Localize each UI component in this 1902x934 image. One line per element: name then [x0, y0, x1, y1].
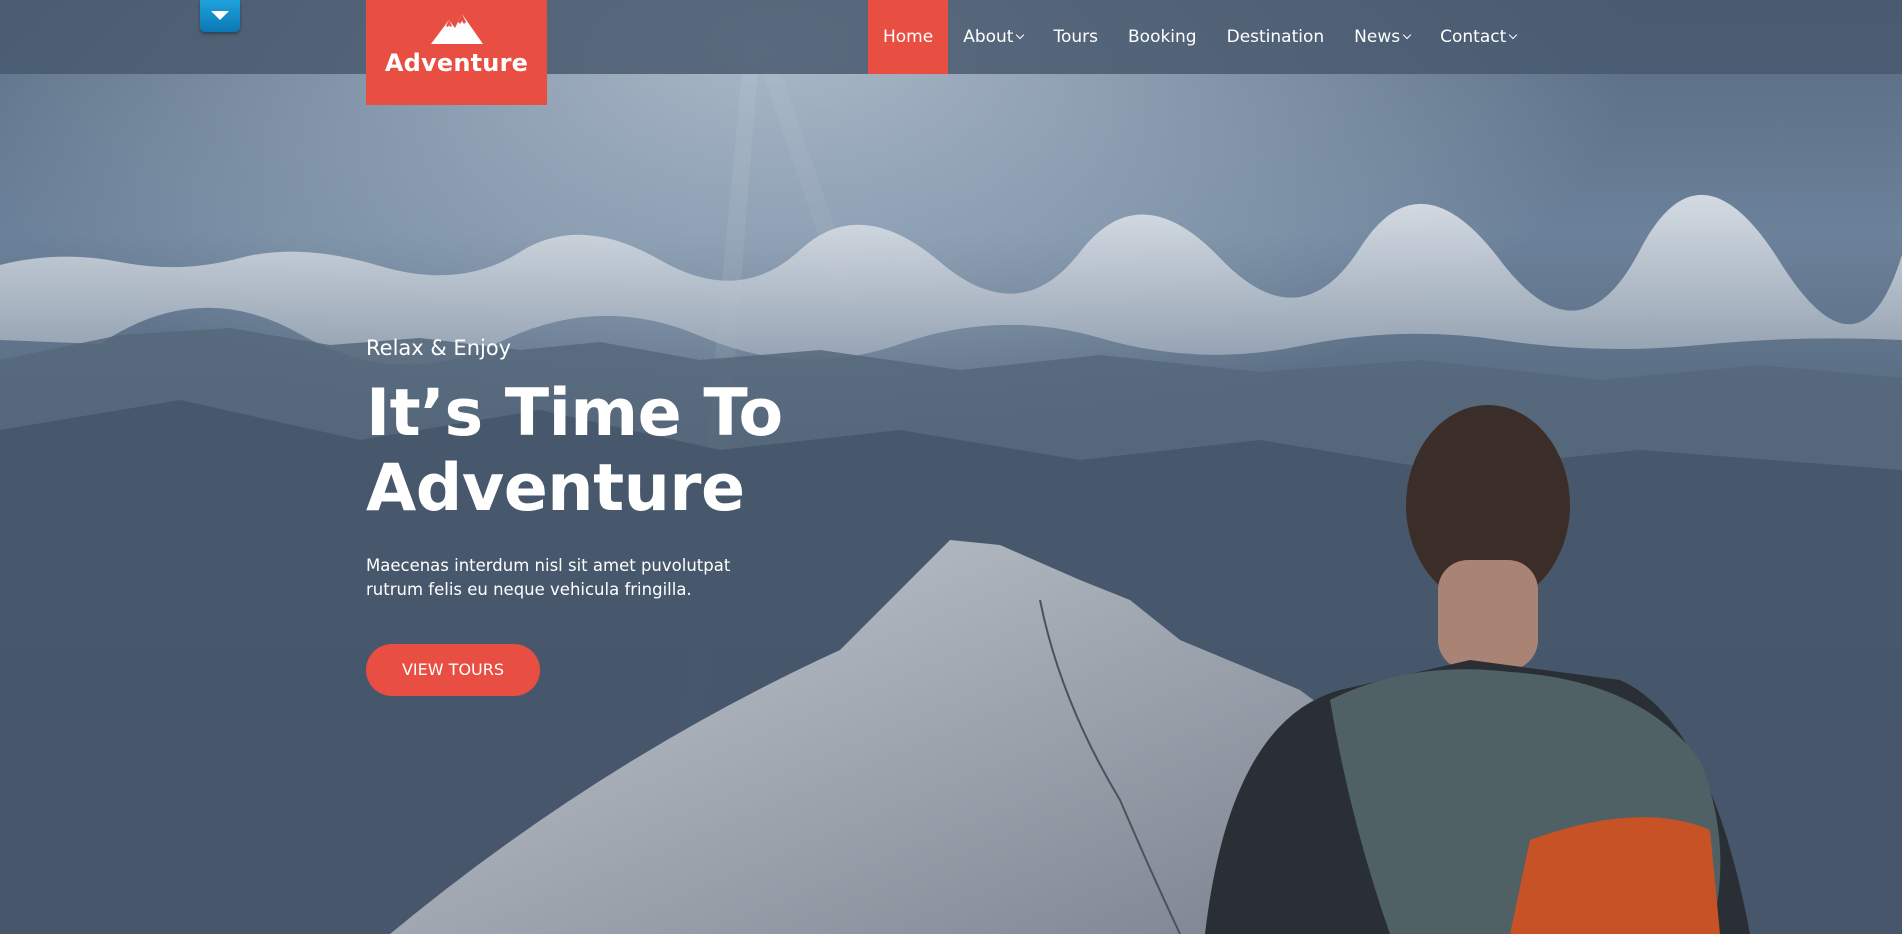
menu-item-label: Home: [883, 27, 934, 47]
chevron-down-icon: [1509, 30, 1518, 40]
logo-text: Adventure: [384, 49, 529, 77]
view-tours-button[interactable]: VIEW TOURS: [366, 644, 540, 696]
hero-eyebrow: Relax & Enjoy: [366, 336, 512, 360]
hero-background-image: [0, 0, 1902, 934]
menu-item-tours[interactable]: Tours: [1038, 0, 1113, 74]
menu-item-home[interactable]: Home: [868, 0, 949, 74]
menu-item-destination[interactable]: Destination: [1212, 0, 1340, 74]
site-logo[interactable]: Adventure: [366, 0, 547, 105]
hero-description-line: Maecenas interdum nisl sit amet puvolutp…: [366, 556, 731, 575]
menu-item-label: Tours: [1053, 27, 1098, 47]
menu-item-contact[interactable]: Contact: [1425, 0, 1531, 74]
hero-title-line: It’s Time To: [366, 376, 783, 451]
menu-item-about[interactable]: About: [948, 0, 1038, 74]
hero-content: Relax & Enjoy It’s Time To Adventure Mae…: [366, 330, 886, 696]
chevron-down-icon: [1402, 30, 1412, 40]
menu-item-label: About: [963, 27, 1014, 47]
hero-description-line: rutrum felis eu neque vehicula fringilla…: [366, 580, 692, 599]
hero-title: It’s Time To Adventure: [366, 376, 886, 526]
menu-item-label: Destination: [1226, 27, 1325, 47]
chevron-down-icon: [1016, 30, 1025, 40]
menu-item-label: Booking: [1128, 27, 1197, 47]
hero-title-line: Adventure: [366, 451, 745, 526]
hero-description: Maecenas interdum nisl sit amet puvolutp…: [366, 554, 766, 602]
caret-down-icon: [211, 11, 229, 20]
menu-item-label: News: [1354, 27, 1401, 47]
hero-section: Adventure Home About Tours Booking Desti…: [0, 0, 1902, 934]
menu-item-booking[interactable]: Booking: [1113, 0, 1212, 74]
main-menu: Home About Tours Booking Destination New…: [868, 0, 1531, 74]
menu-item-news[interactable]: News: [1339, 0, 1425, 74]
menu-item-label: Contact: [1440, 27, 1507, 47]
mountain-icon: [431, 14, 483, 44]
panel-toggle-button[interactable]: [200, 0, 240, 32]
